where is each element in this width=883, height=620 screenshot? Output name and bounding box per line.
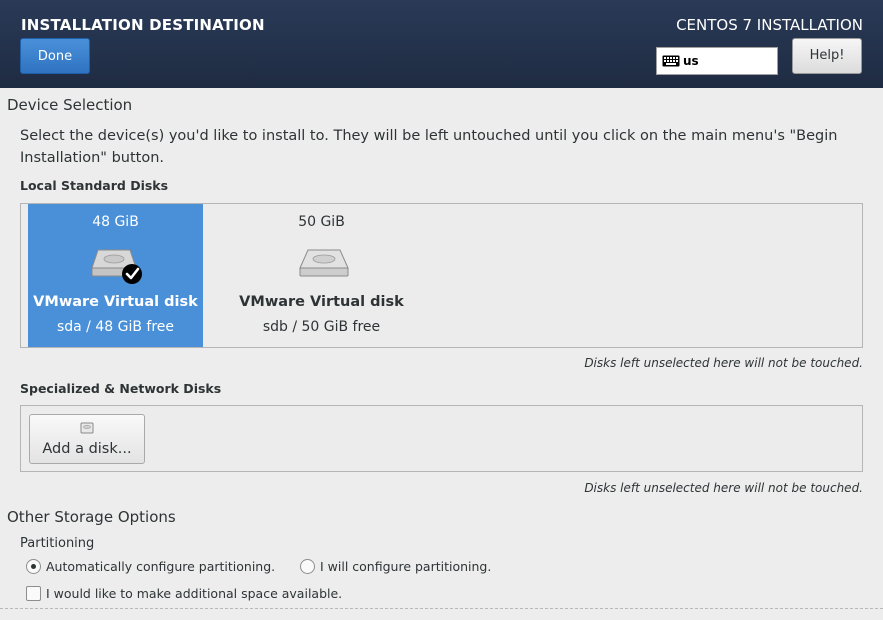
page-title: INSTALLATION DESTINATION [21,16,265,34]
local-disks-note: Disks left unselected here will not be t… [584,356,863,370]
auto-partitioning-radio[interactable] [26,559,41,574]
disk-size: 50 GiB [298,214,345,230]
add-disk-button[interactable]: Add a disk... [29,414,145,464]
device-selection-description: Select the device(s) you'd like to insta… [20,128,838,166]
disk-info: sdb / 50 GiB free [262,319,381,335]
extra-space-checkbox[interactable] [26,586,41,601]
auto-partitioning-option[interactable]: Automatically configure partitioning. [26,559,275,574]
disk-sdb[interactable]: 50 GiB VMware Virtual disk sdb / 50 GiB … [234,204,409,347]
disk-icon [80,422,94,434]
specialized-disks-note: Disks left unselected here will not be t… [584,481,863,495]
add-disk-label: Add a disk... [42,441,132,457]
disk-name: VMware Virtual disk [239,294,404,310]
manual-partitioning-label: I will configure partitioning. [320,559,492,574]
hard-disk-icon [92,249,142,284]
specialized-disks-panel: Add a disk... [20,405,863,472]
header-bar: INSTALLATION DESTINATION Done CENTOS 7 I… [0,0,883,88]
disk-size: 48 GiB [92,214,139,230]
extra-space-label: I would like to make additional space av… [46,586,343,601]
manual-partitioning-radio[interactable] [300,559,315,574]
keyboard-layout-value: us [683,54,699,68]
hard-disk-icon [299,249,349,277]
keyboard-layout-indicator[interactable]: us [656,47,778,75]
partitioning-label: Partitioning [20,536,95,551]
extra-space-option[interactable]: I would like to make additional space av… [26,586,342,601]
disk-sda[interactable]: 48 GiB VMware Virtual disk sda / 48 GiB … [28,204,203,347]
device-selection-heading: Device Selection [7,96,133,114]
done-button[interactable]: Done [20,38,90,74]
local-disks-panel: 48 GiB VMware Virtual disk sda / 48 GiB … [20,203,863,348]
divider [0,608,883,609]
specialized-disks-label: Specialized & Network Disks [20,381,222,396]
keyboard-icon [662,55,680,67]
local-disks-label: Local Standard Disks [20,178,169,193]
disk-name: VMware Virtual disk [33,294,198,310]
manual-partitioning-option[interactable]: I will configure partitioning. [300,559,491,574]
auto-partitioning-label: Automatically configure partitioning. [46,559,276,574]
help-button[interactable]: Help! [792,38,862,74]
product-title: CENTOS 7 INSTALLATION [676,16,863,34]
other-storage-heading: Other Storage Options [7,508,176,526]
disk-info: sda / 48 GiB free [56,319,175,335]
